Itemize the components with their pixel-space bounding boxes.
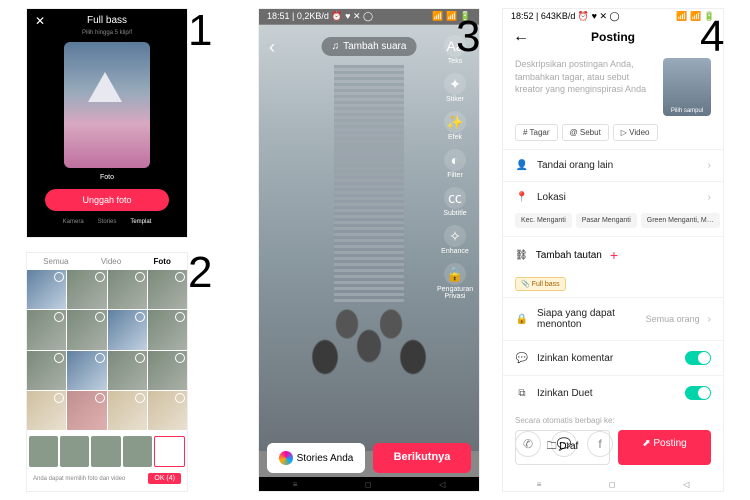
gallery-item[interactable] [108, 351, 147, 390]
step-number-1: 1 [188, 6, 212, 56]
location-chip[interactable]: Kec. Menganti [515, 213, 572, 228]
row-tag-people[interactable]: 👤 Tandai orang lain › [503, 149, 723, 181]
stories-button[interactable]: Stories Anda [267, 443, 365, 473]
selected-thumb[interactable] [60, 436, 89, 467]
gallery-item[interactable] [108, 391, 147, 430]
chip-hashtag[interactable]: # Tagar [515, 124, 558, 141]
chip-video[interactable]: ▷ Video [613, 124, 658, 141]
location-chip[interactable]: Pasar Menganti [576, 213, 637, 228]
tool-enhance[interactable]: ✧Enhance [437, 225, 473, 255]
selected-thumb[interactable] [91, 436, 120, 467]
back-icon[interactable]: ← [513, 28, 529, 46]
sound-tag[interactable]: 📎 Full bass [515, 277, 566, 291]
status-bar: 18:52 | 643KB/d ⏰ ♥ ✕ ◯ 📶 📶 🔋 [503, 9, 723, 24]
draft-button[interactable]: 🗀 Draf [515, 430, 610, 465]
caption-input[interactable]: Deskripsikan postingan Anda, tambahkan t… [515, 58, 655, 116]
tab-all[interactable]: Semua [43, 257, 68, 266]
gallery-item[interactable] [27, 270, 66, 309]
selected-strip [27, 434, 187, 469]
chevron-right-icon: › [708, 160, 711, 171]
close-icon[interactable]: ✕ [35, 14, 45, 28]
person-icon: 👤 [515, 160, 529, 171]
row-add-link[interactable]: ⛓ Tambah tautan + [503, 236, 723, 273]
gallery-item[interactable] [27, 310, 66, 349]
duet-icon: ⧉ [515, 388, 529, 399]
panel-gallery-picker: Semua Video Foto Anda dapat memilih foto… [26, 252, 188, 492]
stories-ring-icon [279, 451, 293, 465]
gallery-item[interactable] [108, 310, 147, 349]
row-location[interactable]: 📍 Lokasi › [503, 181, 723, 213]
android-nav: ≡◻◁ [503, 477, 723, 491]
android-nav: ≡◻◁ [259, 477, 479, 491]
tool-privacy[interactable]: 🔒Pengaturan Privasi [437, 263, 473, 300]
gallery-item[interactable] [67, 270, 106, 309]
tool-filter[interactable]: ◐Filter [437, 149, 473, 179]
tool-effects[interactable]: ✨Efek [437, 111, 473, 141]
next-button[interactable]: Berikutnya [373, 443, 471, 473]
row-privacy[interactable]: 🔒 Siapa yang dapat menonton Semua orang … [503, 297, 723, 340]
upload-photo-button[interactable]: Unggah foto [45, 189, 169, 211]
back-icon[interactable]: ‹ [269, 37, 275, 58]
step-number-4: 4 [700, 12, 724, 62]
photo-label: Foto [27, 174, 187, 181]
tab-templat[interactable]: Templat [130, 219, 151, 225]
tool-subtitle[interactable]: ㏄Subtitle [437, 187, 473, 217]
music-note-icon: ♫ [332, 41, 340, 52]
gallery-item[interactable] [148, 270, 187, 309]
gallery-item[interactable] [27, 351, 66, 390]
gallery-item[interactable] [108, 270, 147, 309]
plus-icon: + [610, 247, 618, 263]
gallery-item[interactable] [67, 351, 106, 390]
selected-thumb[interactable] [29, 436, 58, 467]
step-number-3: 3 [456, 12, 480, 62]
ok-button[interactable]: OK (4) [148, 473, 181, 484]
location-pin-icon: 📍 [515, 192, 529, 203]
cover-thumbnail[interactable]: Pilih sampul [663, 58, 711, 116]
tab-video[interactable]: Video [101, 257, 121, 266]
gallery-grid [27, 270, 187, 430]
chip-mention[interactable]: @ Sebut [562, 124, 609, 141]
link-icon: ⛓ [515, 250, 528, 261]
sound-title: Full bass [87, 15, 127, 26]
gallery-item[interactable] [67, 310, 106, 349]
gallery-item[interactable] [148, 391, 187, 430]
page-title: Posting [591, 30, 635, 44]
gallery-item[interactable] [148, 351, 187, 390]
tool-sticker[interactable]: ✦Stiker [437, 73, 473, 103]
selected-thumb-empty[interactable] [154, 436, 185, 467]
gallery-item[interactable] [67, 391, 106, 430]
panel-template-upload: ✕ Full bass Pilih hingga 5 klip/f Foto U… [26, 8, 188, 238]
gallery-hint: Anda dapat memilih foto dan video [33, 476, 125, 482]
lock-icon: 🔒 [515, 314, 529, 325]
chevron-right-icon: › [708, 314, 711, 325]
panel-posting: 18:52 | 643KB/d ⏰ ♥ ✕ ◯ 📶 📶 🔋 ← Posting … [502, 8, 724, 492]
row-allow-duet: ⧉ Izinkan Duet [503, 375, 723, 410]
chevron-right-icon: › [708, 192, 711, 203]
toggle-duet[interactable] [685, 386, 711, 400]
post-button[interactable]: ⬈ Posting [618, 430, 711, 465]
template-preview-image[interactable] [64, 42, 150, 168]
selected-thumb[interactable] [123, 436, 152, 467]
tab-stories[interactable]: Stories [98, 219, 117, 225]
comment-icon: 💬 [515, 353, 529, 364]
status-bar: 18:51 | 0,2KB/d ⏰ ♥ ✕ ◯ 📶 📶 🔋 [259, 9, 479, 24]
toggle-comments[interactable] [685, 351, 711, 365]
gallery-item[interactable] [148, 310, 187, 349]
editor-toolbar: AaTeks ✦Stiker ✨Efek ◐Filter ㏄Subtitle ✧… [437, 35, 473, 300]
panel-editor: 18:51 | 0,2KB/d ⏰ ♥ ✕ ◯ 📶 📶 🔋 ‹ ♫ Tambah… [258, 8, 480, 492]
tab-camera[interactable]: Kamera [63, 219, 84, 225]
tab-photo[interactable]: Foto [154, 257, 171, 266]
gallery-item[interactable] [27, 391, 66, 430]
add-sound-button[interactable]: ♫ Tambah suara [322, 37, 417, 56]
location-chip[interactable]: Green Menganti, M… [641, 213, 720, 228]
step-number-2: 2 [188, 248, 212, 298]
row-allow-comments: 💬 Izinkan komentar [503, 340, 723, 375]
